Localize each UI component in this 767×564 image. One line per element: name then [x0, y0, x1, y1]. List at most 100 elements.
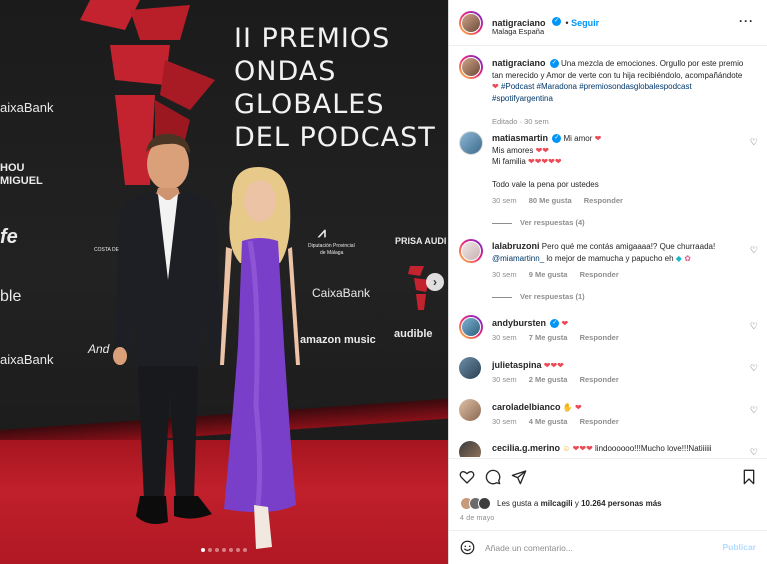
reply-button[interactable]: Responder — [580, 270, 619, 279]
share-paper-plane-icon[interactable] — [511, 469, 527, 485]
comment-time: 30 sem — [492, 375, 517, 384]
carousel-dot[interactable] — [208, 548, 212, 552]
verified-badge-icon: ✓ — [550, 319, 560, 329]
comment-likes[interactable]: 4 Me gusta — [529, 417, 568, 426]
comment-bubble-icon[interactable] — [485, 469, 501, 485]
carousel-dot[interactable] — [229, 548, 233, 552]
sponsor-amazon-music: amazon music — [300, 334, 376, 346]
comment-username[interactable]: julietaspina — [492, 360, 542, 370]
sponsor-miguel: MIGUEL — [0, 175, 43, 187]
reply-button[interactable]: Responder — [584, 196, 623, 205]
likes-count[interactable]: 10.264 personas más — [581, 499, 662, 508]
red-heart-emoji-icon: ❤ — [561, 319, 569, 328]
comment-username[interactable]: matiasmartin — [492, 133, 548, 143]
avatar[interactable] — [459, 315, 483, 339]
publish-button[interactable]: Publicar — [722, 542, 756, 552]
reply-button[interactable]: Responder — [580, 333, 619, 342]
comment-likes[interactable]: 80 Me gusta — [529, 196, 572, 205]
comment-text: lindoooooo!!!Mucho love!!!Natiiiiii — [595, 444, 712, 453]
post-side-panel: natigraciano ✓ • Seguir Malaga España ··… — [448, 0, 767, 564]
reply-button[interactable]: Responder — [580, 417, 619, 426]
avatar[interactable] — [459, 441, 481, 457]
comment-item: caroladelbianco ✋ ❤ ♡ 30 sem 4 Me gusta … — [449, 399, 767, 433]
avatar[interactable] — [459, 11, 483, 35]
comment-username[interactable]: cecilia.g.merino — [492, 443, 560, 453]
carousel-next-button[interactable]: › — [426, 273, 444, 291]
view-replies-label: Ver respuestas (4) — [520, 218, 585, 227]
caption-username[interactable]: natigraciano — [492, 58, 546, 68]
comment-like-heart-icon[interactable]: ♡ — [750, 245, 758, 256]
sponsor-diputacion-mark: ⩘ — [318, 224, 326, 240]
comment-mention[interactable]: @miamartinn_ — [492, 254, 544, 263]
sponsor-audible-left: ble — [0, 288, 22, 305]
comment-likes[interactable]: 2 Me gusta — [529, 375, 568, 384]
comment-input[interactable] — [485, 540, 705, 556]
comment-item: cecilia.g.merino ☺ ❤❤❤ lindoooooo!!!Much… — [449, 441, 767, 457]
comment-time: 30 sem — [492, 270, 517, 279]
carousel-dot[interactable] — [243, 548, 247, 552]
view-replies-label: Ver respuestas (1) — [520, 292, 585, 301]
caption-hashtags[interactable]: #Podcast #Maradona #premiosondasglobales… — [492, 82, 692, 103]
comment-username[interactable]: lalabruzoni — [492, 241, 540, 251]
follow-button[interactable]: Seguir — [571, 18, 599, 28]
red-heart-emoji-icon: ❤❤ — [535, 145, 549, 155]
comment-like-heart-icon[interactable]: ♡ — [750, 137, 758, 148]
carousel-dot[interactable] — [201, 548, 205, 552]
red-heart-emoji-icon: ❤❤❤❤❤ — [528, 157, 562, 166]
comment-text: Todo vale la pena por ustedes — [492, 180, 599, 189]
man-in-suit — [113, 133, 222, 524]
comment-username[interactable]: caroladelbianco — [492, 402, 561, 412]
post-date[interactable]: 4 de mayo — [460, 515, 495, 522]
like-heart-icon[interactable] — [459, 469, 475, 485]
avatar[interactable] — [459, 399, 481, 421]
red-heart-emoji-icon: ❤❤❤ — [572, 444, 593, 453]
comment-like-heart-icon[interactable]: ♡ — [750, 321, 758, 332]
more-dots-icon[interactable]: ··· — [739, 14, 754, 28]
comment-text: Pero qué me contás amigaaaa!? Que churra… — [541, 242, 716, 251]
avatar[interactable] — [459, 55, 483, 79]
carousel-dot[interactable] — [222, 548, 226, 552]
emoji-smiley-icon[interactable] — [460, 540, 475, 555]
comment-item: julietaspina ❤❤❤ ♡ 30 sem 2 Me gusta Res… — [449, 357, 767, 391]
sponsor-caixabank-left-2: aixaBank — [0, 352, 54, 367]
liked-by-avatars[interactable] — [460, 497, 496, 511]
comment-item: andybursten ✓ ❤ ♡ 30 sem 7 Me gusta Resp… — [449, 315, 767, 349]
view-replies-button[interactable]: Ver respuestas (1) — [492, 292, 585, 301]
carousel-dots — [201, 548, 247, 552]
sponsor-audible: audible — [394, 328, 433, 340]
avatar[interactable] — [459, 131, 483, 155]
carousel-dot[interactable] — [236, 548, 240, 552]
avatar[interactable] — [459, 357, 481, 379]
comment-likes[interactable]: 9 Me gusta — [529, 270, 568, 279]
red-heart-emoji-icon: ❤ — [492, 82, 499, 91]
add-comment-bar: Publicar — [449, 530, 767, 564]
post-photo[interactable]: II PREMIOS ONDAS GLOBALES DEL PODCAST ai… — [0, 0, 448, 564]
instagram-post-modal: II PREMIOS ONDAS GLOBALES DEL PODCAST ai… — [0, 0, 767, 564]
view-replies-button[interactable]: Ver respuestas (4) — [492, 218, 585, 227]
sponsor-hou: HOU — [0, 162, 25, 174]
save-bookmark-icon[interactable] — [741, 469, 757, 485]
red-heart-emoji-icon: ❤ — [574, 403, 582, 412]
event-title-line: GLOBALES — [234, 89, 385, 120]
smiling-face-emoji-icon: ☺ — [562, 444, 571, 453]
sponsor-diputacion: Diputación Provincial — [308, 243, 355, 249]
comment-text: Mi amor — [563, 134, 593, 143]
comment-like-heart-icon[interactable]: ♡ — [750, 405, 758, 416]
comment-text: lo mejor de mamucha y papucho eh — [546, 253, 674, 263]
carousel-dot[interactable] — [215, 548, 219, 552]
reply-button[interactable]: Responder — [580, 375, 619, 384]
comment-text: Mis amores — [492, 145, 534, 155]
avatar[interactable] — [459, 239, 483, 263]
comment-likes[interactable]: 7 Me gusta — [529, 333, 568, 342]
liked-by-username[interactable]: milcagili — [541, 499, 573, 508]
caption-meta: Editado · 30 sem — [492, 117, 549, 126]
likes-summary: Les gusta a milcagili y 10.264 personas … — [497, 499, 662, 508]
comment-username[interactable]: andybursten — [492, 318, 546, 328]
sponsor-andalucia: And — [88, 342, 110, 356]
header-location[interactable]: Malaga España — [492, 27, 544, 36]
comment-like-heart-icon[interactable]: ♡ — [750, 363, 758, 374]
comment-item: lalabruzoni Pero qué me contás amigaaaa!… — [449, 239, 767, 311]
comments-scroll-area[interactable]: natigraciano ✓ Una mezcla de emociones. … — [449, 47, 767, 457]
comment-like-heart-icon[interactable]: ♡ — [750, 447, 758, 457]
event-title: II PREMIOS ONDAS GLOBALES DEL PODCAST — [234, 22, 436, 154]
